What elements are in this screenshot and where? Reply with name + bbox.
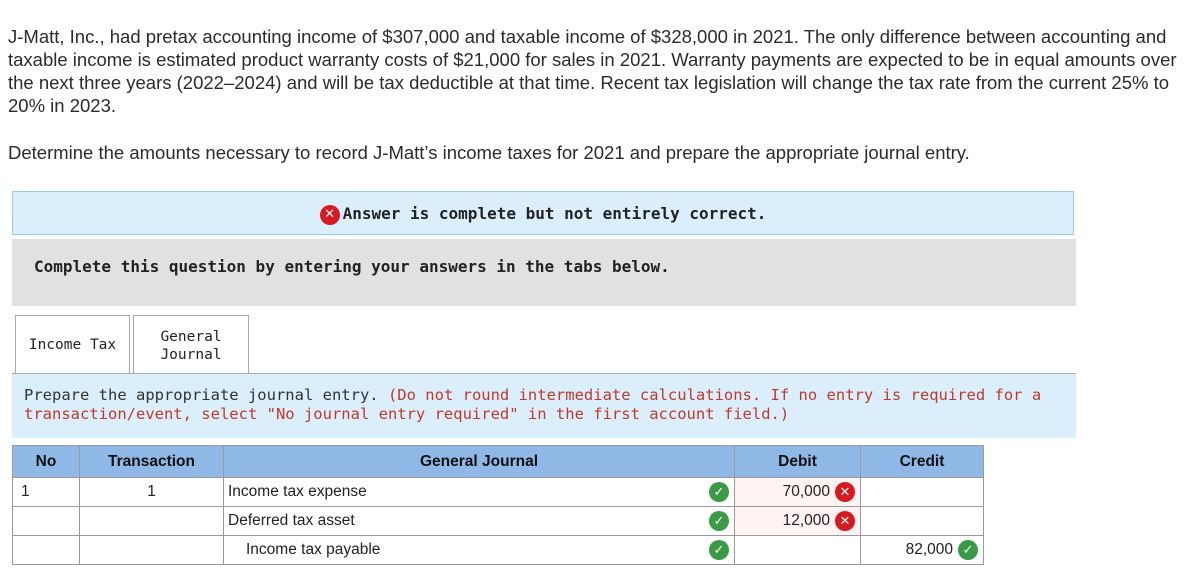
check-circle-icon: ✓ [709, 540, 729, 560]
table-row: Income tax payable ✓ 82,000 ✓ [12, 535, 984, 565]
account-value: Income tax expense [228, 483, 367, 500]
check-circle-icon: ✓ [709, 482, 729, 502]
debit-input[interactable]: 70,000 ✕ [734, 477, 861, 507]
feedback-banner: ✕ Answer is complete but not entirely cor… [12, 191, 1074, 235]
account-select[interactable]: Income tax expense ✓ [223, 477, 735, 507]
row-transaction [79, 506, 224, 536]
header-general-journal: General Journal [223, 445, 735, 478]
header-debit: Debit [734, 445, 861, 478]
instructions-text: Complete this question by entering your … [34, 257, 670, 276]
row-no [12, 535, 80, 565]
instructions-box: Complete this question by entering your … [12, 239, 1076, 306]
debit-value: 12,000 [782, 512, 830, 529]
credit-input[interactable] [860, 477, 984, 507]
journal-instruction-main: Prepare the appropriate journal entry. [24, 386, 379, 404]
credit-input[interactable] [860, 506, 984, 536]
x-circle-icon: ✕ [835, 482, 855, 502]
credit-input[interactable]: 82,000 ✓ [860, 535, 984, 565]
question-prompt: Determine the amounts necessary to recor… [8, 142, 970, 163]
debit-input[interactable]: 12,000 ✕ [734, 506, 861, 536]
debit-value: 70,000 [782, 483, 830, 500]
row-no [12, 506, 80, 536]
tab-general-journal-label: General Journal [160, 328, 222, 363]
account-select[interactable]: Deferred tax asset ✓ [223, 506, 735, 536]
check-circle-icon: ✓ [709, 511, 729, 531]
account-value: Income tax payable [246, 541, 381, 558]
debit-input[interactable] [734, 535, 861, 565]
question-text: J-Matt, Inc., had pretax accounting inco… [8, 26, 1177, 116]
feedback-message: Answer is complete but not entirely corr… [342, 204, 767, 223]
tab-income-tax[interactable]: Income Tax [15, 315, 130, 374]
row-no: 1 [12, 477, 80, 507]
row-transaction[interactable]: 1 [79, 477, 224, 507]
tab-general-journal[interactable]: General Journal [133, 315, 249, 375]
check-circle-icon: ✓ [958, 540, 978, 560]
row-transaction [79, 535, 224, 565]
table-row: 1 1 Income tax expense ✓ 70,000 ✕ [12, 477, 984, 507]
x-circle-icon: ✕ [835, 511, 855, 531]
account-select[interactable]: Income tax payable ✓ [223, 535, 735, 565]
journal-table: No Transaction General Journal Debit Cre… [12, 445, 984, 565]
table-row: Deferred tax asset ✓ 12,000 ✕ [12, 506, 984, 536]
account-value: Deferred tax asset [228, 512, 355, 529]
header-transaction: Transaction [79, 445, 224, 478]
journal-instruction: Prepare the appropriate journal entry. (… [12, 374, 1076, 438]
x-circle-icon: ✕ [319, 204, 340, 225]
credit-value: 82,000 [905, 541, 953, 558]
header-no: No [12, 445, 80, 478]
tab-income-tax-label: Income Tax [28, 337, 117, 353]
header-credit: Credit [860, 445, 984, 478]
